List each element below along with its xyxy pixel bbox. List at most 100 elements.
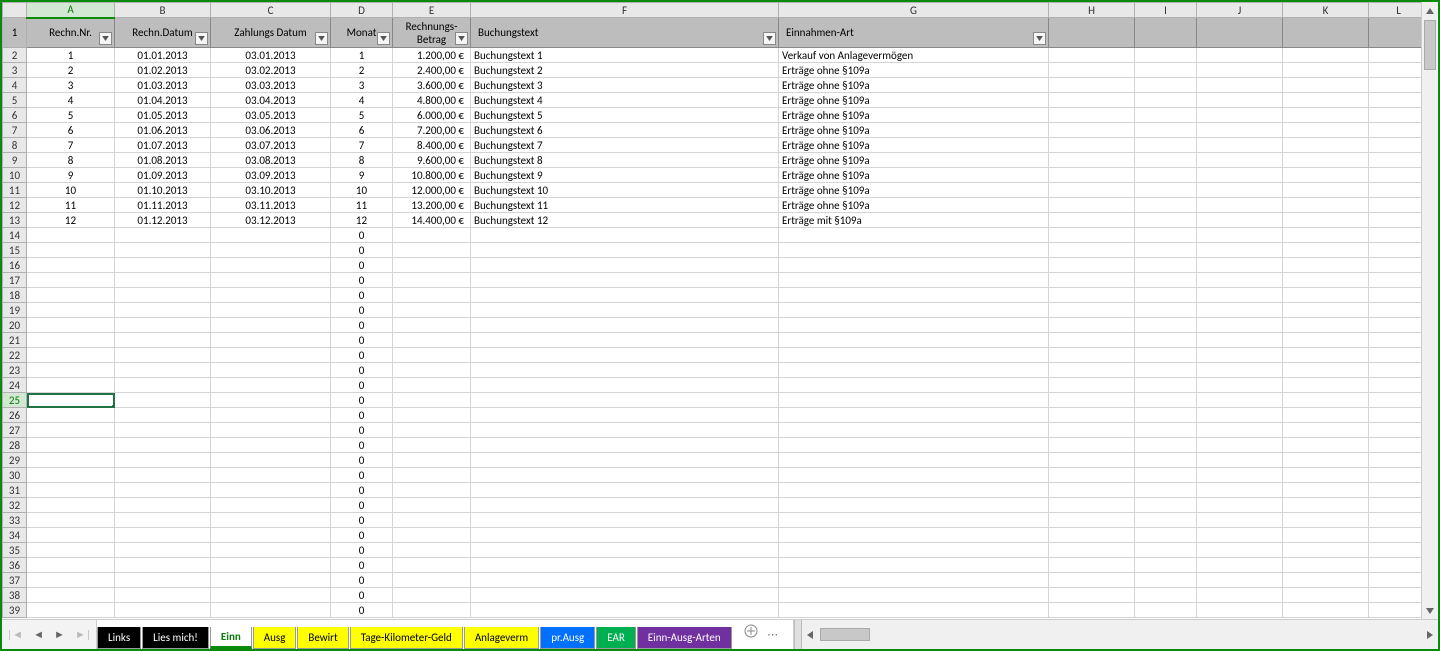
cell-24-G[interactable] — [779, 378, 1049, 393]
cell-13-I[interactable] — [1135, 213, 1197, 228]
cell-9-L[interactable] — [1369, 153, 1429, 168]
cell-30-F[interactable] — [471, 468, 779, 483]
cell-21-B[interactable] — [115, 333, 211, 348]
cell-39-E[interactable] — [393, 603, 471, 618]
cell-1-H[interactable] — [1049, 18, 1135, 48]
cell-15-G[interactable] — [779, 243, 1049, 258]
cell-7-I[interactable] — [1135, 123, 1197, 138]
cell-34-D[interactable]: 0 — [331, 528, 393, 543]
cell-26-L[interactable] — [1369, 408, 1429, 423]
cell-35-F[interactable] — [471, 543, 779, 558]
cell-26-G[interactable] — [779, 408, 1049, 423]
cell-16-D[interactable]: 0 — [331, 258, 393, 273]
cell-2-B[interactable]: 01.01.2013 — [115, 48, 211, 63]
sheet-tab-lies-mich-[interactable]: Lies mich! — [142, 627, 209, 649]
cell-17-L[interactable] — [1369, 273, 1429, 288]
filter-A[interactable] — [99, 32, 112, 45]
spreadsheet-grid[interactable]: ABCDEFGHIJKL1Rechn.Nr.Rechn.DatumZahlung… — [2, 2, 1438, 619]
cell-36-J[interactable] — [1197, 558, 1283, 573]
row-header-23[interactable]: 23 — [3, 363, 27, 378]
cell-11-J[interactable] — [1197, 183, 1283, 198]
cell-16-C[interactable] — [211, 258, 331, 273]
cell-5-J[interactable] — [1197, 93, 1283, 108]
cell-23-J[interactable] — [1197, 363, 1283, 378]
cell-22-C[interactable] — [211, 348, 331, 363]
cell-15-K[interactable] — [1283, 243, 1369, 258]
cell-31-K[interactable] — [1283, 483, 1369, 498]
cell-29-C[interactable] — [211, 453, 331, 468]
row-header-32[interactable]: 32 — [3, 498, 27, 513]
cell-18-I[interactable] — [1135, 288, 1197, 303]
scroll-up-button[interactable] — [1422, 2, 1438, 19]
cell-32-F[interactable] — [471, 498, 779, 513]
cell-35-C[interactable] — [211, 543, 331, 558]
cell-25-J[interactable] — [1197, 393, 1283, 408]
cell-13-A[interactable]: 12 — [27, 213, 115, 228]
cell-24-J[interactable] — [1197, 378, 1283, 393]
cell-15-C[interactable] — [211, 243, 331, 258]
cell-38-B[interactable] — [115, 588, 211, 603]
col-header-E[interactable]: E — [393, 3, 471, 18]
cell-16-K[interactable] — [1283, 258, 1369, 273]
cell-10-A[interactable]: 9 — [27, 168, 115, 183]
cell-36-A[interactable] — [27, 558, 115, 573]
cell-8-L[interactable] — [1369, 138, 1429, 153]
row-header-24[interactable]: 24 — [3, 378, 27, 393]
tab-scroll-more[interactable]: ⋯ — [763, 620, 783, 649]
cell-6-F[interactable]: Buchungstext 5 — [471, 108, 779, 123]
cell-19-E[interactable] — [393, 303, 471, 318]
cell-8-B[interactable]: 01.07.2013 — [115, 138, 211, 153]
col-header-G[interactable]: G — [779, 3, 1049, 18]
cell-8-J[interactable] — [1197, 138, 1283, 153]
cell-38-D[interactable]: 0 — [331, 588, 393, 603]
cell-26-A[interactable] — [27, 408, 115, 423]
cell-18-L[interactable] — [1369, 288, 1429, 303]
cell-32-D[interactable]: 0 — [331, 498, 393, 513]
cell-7-B[interactable]: 01.06.2013 — [115, 123, 211, 138]
cell-34-K[interactable] — [1283, 528, 1369, 543]
cell-24-D[interactable]: 0 — [331, 378, 393, 393]
cell-19-I[interactable] — [1135, 303, 1197, 318]
cell-1-I[interactable] — [1135, 18, 1197, 48]
cell-39-G[interactable] — [779, 603, 1049, 618]
cell-6-A[interactable]: 5 — [27, 108, 115, 123]
filter-C[interactable] — [315, 32, 328, 45]
horizontal-scrollbar[interactable] — [802, 626, 1438, 643]
cell-19-B[interactable] — [115, 303, 211, 318]
cell-37-K[interactable] — [1283, 573, 1369, 588]
cell-20-B[interactable] — [115, 318, 211, 333]
cell-13-J[interactable] — [1197, 213, 1283, 228]
filter-G[interactable] — [1033, 32, 1046, 45]
cell-31-F[interactable] — [471, 483, 779, 498]
cell-23-D[interactable]: 0 — [331, 363, 393, 378]
cell-15-D[interactable]: 0 — [331, 243, 393, 258]
cell-29-G[interactable] — [779, 453, 1049, 468]
cell-10-L[interactable] — [1369, 168, 1429, 183]
cell-8-D[interactable]: 7 — [331, 138, 393, 153]
cell-3-F[interactable]: Buchungstext 2 — [471, 63, 779, 78]
cell-16-B[interactable] — [115, 258, 211, 273]
cell-7-K[interactable] — [1283, 123, 1369, 138]
cell-38-J[interactable] — [1197, 588, 1283, 603]
cell-21-L[interactable] — [1369, 333, 1429, 348]
scroll-down-button[interactable] — [1422, 602, 1438, 619]
cell-5-E[interactable]: 4.800,00 € — [393, 93, 471, 108]
cell-39-J[interactable] — [1197, 603, 1283, 618]
row-header-31[interactable]: 31 — [3, 483, 27, 498]
cell-1-J[interactable] — [1197, 18, 1283, 48]
cell-33-L[interactable] — [1369, 513, 1429, 528]
cell-4-I[interactable] — [1135, 78, 1197, 93]
cell-38-L[interactable] — [1369, 588, 1429, 603]
cell-29-K[interactable] — [1283, 453, 1369, 468]
cell-28-B[interactable] — [115, 438, 211, 453]
cell-16-J[interactable] — [1197, 258, 1283, 273]
cell-9-K[interactable] — [1283, 153, 1369, 168]
cell-35-H[interactable] — [1049, 543, 1135, 558]
filter-B[interactable] — [195, 32, 208, 45]
cell-12-C[interactable]: 03.11.2013 — [211, 198, 331, 213]
cell-35-G[interactable] — [779, 543, 1049, 558]
cell-16-F[interactable] — [471, 258, 779, 273]
row-header-22[interactable]: 22 — [3, 348, 27, 363]
cell-25-A[interactable] — [27, 393, 115, 408]
cell-25-E[interactable] — [393, 393, 471, 408]
